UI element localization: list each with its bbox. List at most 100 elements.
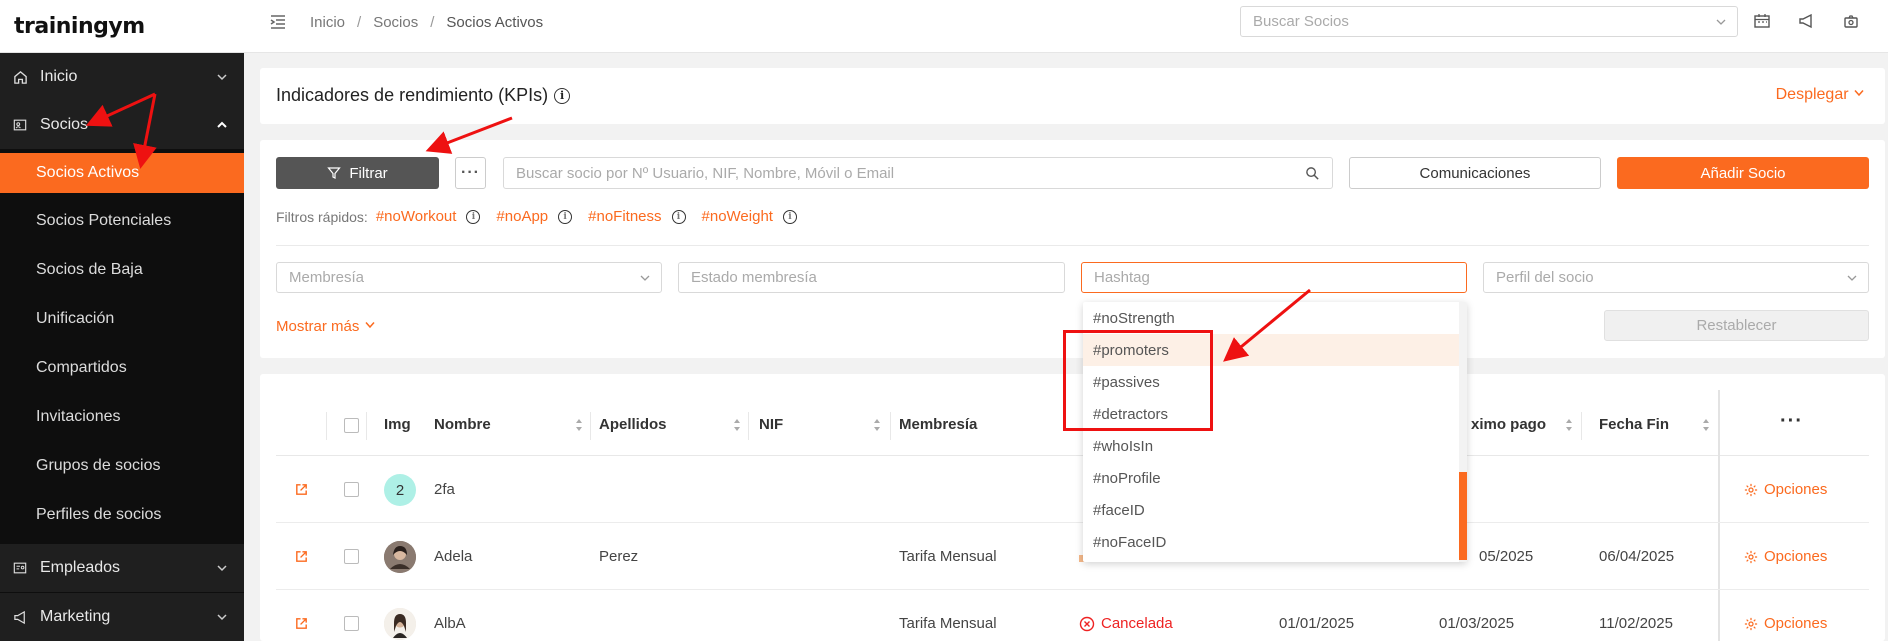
sidebar-item-invitaciones[interactable]: Invitaciones [0, 393, 244, 441]
info-icon[interactable]: i [466, 209, 481, 224]
sidebar-item-socios-baja[interactable]: Socios de Baja [0, 246, 244, 294]
hashtag-select[interactable]: Hashtag [1081, 262, 1467, 293]
column-header-nif[interactable]: NIF [759, 416, 783, 433]
sidebar-item-socios-activos[interactable]: Socios Activos [0, 153, 244, 193]
table-row[interactable]: 2 2fa Opciones [276, 456, 1869, 523]
hashtag-option[interactable]: #passives [1083, 366, 1459, 398]
options-button[interactable]: Opciones [1744, 548, 1827, 565]
table-row[interactable]: AlbA Tarifa Mensual Cancelada 01/01/2025… [276, 590, 1869, 641]
row-checkbox[interactable] [344, 482, 359, 497]
column-divider [1581, 412, 1582, 440]
select-placeholder: Estado membresía [691, 269, 817, 286]
hashtag-option[interactable]: #detractors [1083, 398, 1459, 430]
sidebar-item-marketing[interactable]: Marketing [0, 593, 244, 641]
cell-proximo-pago: 05/2025 [1479, 548, 1534, 565]
info-icon[interactable]: i [554, 87, 571, 104]
hashtag-option[interactable]: #noProfile [1083, 462, 1459, 494]
sidebar-item-label: Invitaciones [36, 408, 121, 425]
filter-button[interactable]: Filtrar [276, 157, 439, 189]
header-search-placeholder: Buscar Socios [1253, 13, 1349, 30]
column-header-fecha-fin[interactable]: Fecha Fin [1599, 416, 1669, 433]
filter-button-label: Filtrar [349, 164, 388, 182]
sidebar-item-inicio[interactable]: Inicio [0, 53, 244, 101]
header-search-select[interactable]: Buscar Socios [1240, 6, 1738, 37]
row-checkbox[interactable] [344, 549, 359, 564]
cell-membresia: Tarifa Mensual [899, 548, 997, 565]
sidebar-item-empleados[interactable]: Empleados [0, 544, 244, 592]
dropdown-scrollbar[interactable] [1459, 302, 1467, 562]
column-header-nombre[interactable]: Nombre [434, 416, 491, 433]
sort-icon[interactable] [574, 417, 584, 433]
member-profile-select[interactable]: Perfil del socio [1483, 262, 1869, 293]
megaphone-icon[interactable] [1798, 12, 1816, 30]
sort-icon[interactable] [1701, 417, 1711, 433]
member-search-input[interactable]: Buscar socio por Nº Usuario, NIF, Nombre… [503, 157, 1333, 189]
expand-kpi-link[interactable]: Desplegar [1776, 86, 1865, 104]
breadcrumb-separator: / [357, 14, 362, 31]
chevron-down-icon [217, 565, 227, 572]
communications-button[interactable]: Comunicaciones [1349, 157, 1601, 189]
sidebar-item-perfiles[interactable]: Perfiles de socios [0, 491, 244, 539]
column-header-proximo-pago[interactable]: ximo pago [1471, 416, 1546, 433]
sidebar-item-compartidos[interactable]: Compartidos [0, 344, 244, 392]
hashtag-option[interactable]: #whoIsIn [1083, 430, 1459, 462]
more-options-button[interactable]: ··· [455, 157, 486, 189]
sidebar-item-unificacion[interactable]: Unificación [0, 295, 244, 343]
logo[interactable]: trainingym [0, 0, 244, 53]
options-button[interactable]: Opciones [1744, 481, 1827, 498]
row-checkbox[interactable] [344, 616, 359, 631]
table-row[interactable]: Adela Perez Tarifa Mensual 05/2025 06/04… [276, 523, 1869, 590]
megaphone-icon [12, 609, 28, 625]
membership-select[interactable]: Membresía [276, 262, 662, 293]
sidebar-item-socios[interactable]: Socios [0, 101, 244, 149]
reset-button[interactable]: Restablecer [1604, 310, 1869, 341]
sidebar-item-label: Inicio [40, 68, 78, 85]
hashtag-option[interactable]: #noFaceID [1083, 526, 1459, 558]
open-external-icon[interactable] [294, 549, 309, 564]
open-external-icon[interactable] [294, 616, 309, 631]
chevron-down-icon [640, 275, 650, 281]
sidebar-item-label: Socios de Baja [36, 261, 143, 278]
info-icon[interactable]: i [782, 209, 797, 224]
membership-status-select[interactable]: Estado membresía [678, 262, 1065, 293]
sidebar-item-socios-potenciales[interactable]: Socios Potenciales [0, 197, 244, 245]
camera-icon[interactable] [1842, 12, 1860, 30]
add-member-button[interactable]: Añadir Socio [1617, 157, 1869, 189]
show-more-link[interactable]: Mostrar más [276, 318, 376, 335]
menu-collapse-icon[interactable] [268, 12, 288, 32]
options-button[interactable]: Opciones [1744, 615, 1827, 632]
quick-filter-tag[interactable]: #noWeight [702, 208, 773, 225]
quick-filter-tag[interactable]: #noWorkout [376, 208, 457, 225]
sidebar-item-label: Perfiles de socios [36, 506, 162, 523]
info-icon[interactable]: i [671, 209, 686, 224]
cell-nombre: AlbA [434, 615, 466, 632]
hashtag-option[interactable]: #faceID [1083, 494, 1459, 526]
sort-icon[interactable] [872, 417, 882, 433]
sort-icon[interactable] [732, 417, 742, 433]
id-card-icon [12, 117, 28, 133]
select-all-checkbox[interactable] [344, 418, 359, 433]
quick-filter-tag[interactable]: #noApp [496, 208, 548, 225]
sort-icon[interactable] [1564, 417, 1574, 433]
show-more-label: Mostrar más [276, 318, 360, 335]
sidebar-item-grupos[interactable]: Grupos de socios [0, 442, 244, 490]
calendar-icon[interactable] [1753, 12, 1771, 30]
breadcrumb-socios[interactable]: Socios [373, 14, 418, 31]
filter-icon [327, 167, 342, 179]
hashtag-option[interactable]: #noStrength [1083, 302, 1459, 334]
table-menu-button[interactable]: ··· [1780, 410, 1803, 433]
hashtag-option[interactable]: #promoters [1083, 334, 1459, 366]
sidebar-item-label: Socios Activos [36, 164, 140, 181]
column-header-apellidos[interactable]: Apellidos [599, 416, 667, 433]
chevron-down-icon [1716, 19, 1726, 25]
cell-fecha: 01/01/2025 [1279, 615, 1355, 632]
dropdown-scrollbar-thumb[interactable] [1459, 472, 1467, 560]
sidebar-item-label: Socios [40, 116, 89, 133]
column-header-membresia[interactable]: Membresía [899, 416, 977, 433]
breadcrumb-inicio[interactable]: Inicio [310, 14, 345, 31]
avatar-photo [384, 541, 416, 573]
open-external-icon[interactable] [294, 482, 309, 497]
gear-icon [1744, 550, 1758, 563]
info-icon[interactable]: i [558, 209, 573, 224]
quick-filter-tag[interactable]: #noFitness [588, 208, 661, 225]
